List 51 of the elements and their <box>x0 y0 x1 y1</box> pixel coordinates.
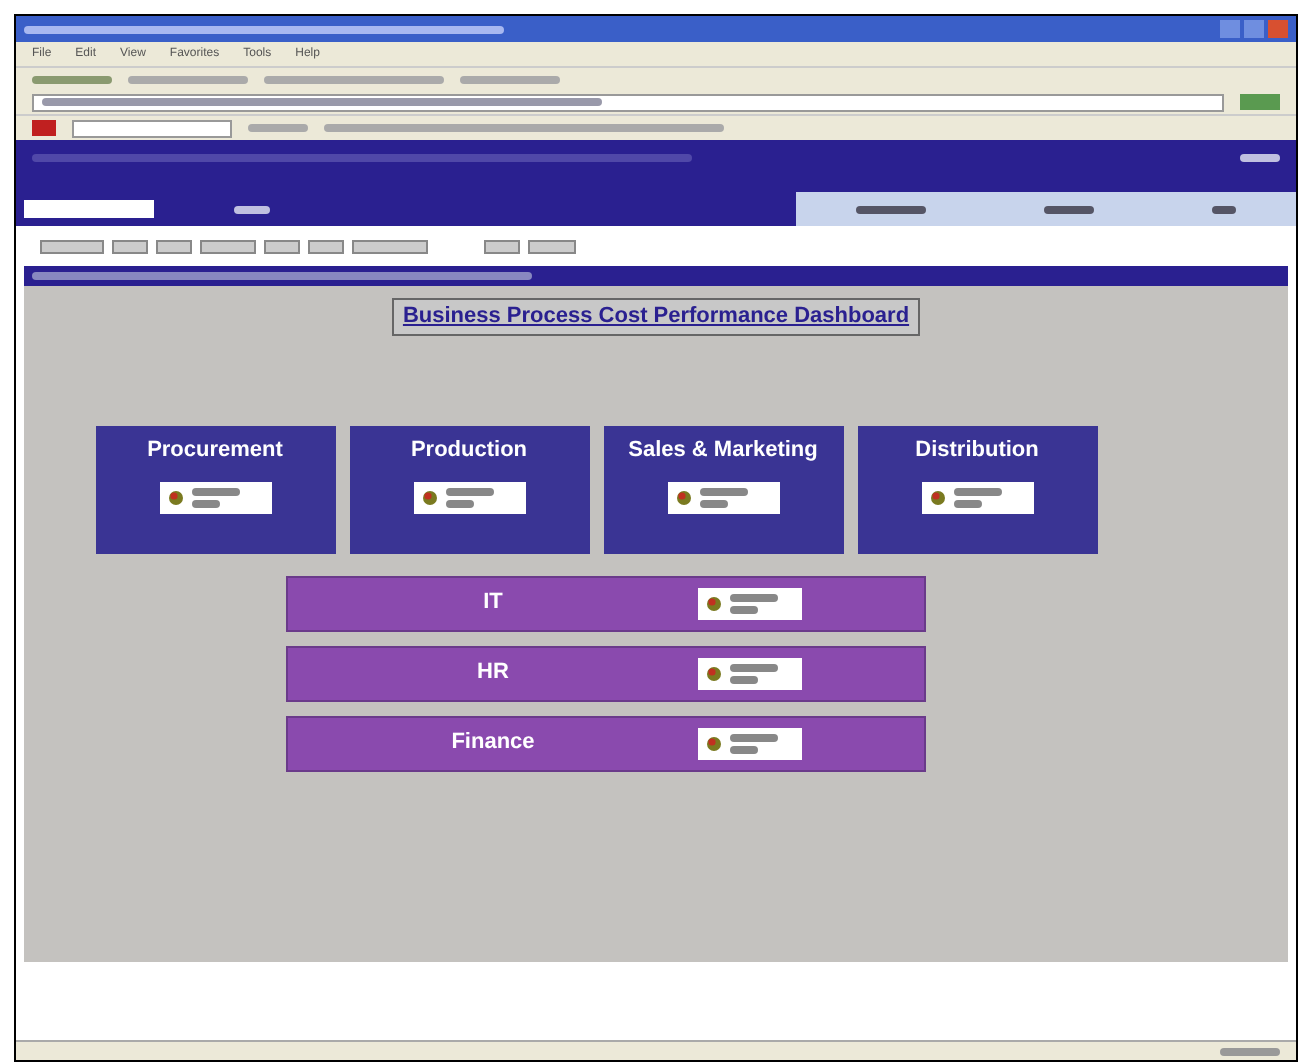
department-name: Procurement <box>147 435 283 465</box>
department-name: HR <box>475 658 511 689</box>
status-dot-icon <box>421 490 437 506</box>
status-dot-icon <box>706 665 722 681</box>
page-tab[interactable] <box>40 239 104 253</box>
blurred-text-drawing <box>730 675 758 683</box>
status-dot-icon <box>929 490 945 506</box>
page-tab[interactable] <box>264 239 300 253</box>
page-tab[interactable] <box>528 239 576 253</box>
blurred-text-drawing <box>730 733 778 741</box>
department-name: IT <box>481 588 505 619</box>
status-dot-icon <box>167 490 183 506</box>
blurred-text-drawing <box>128 75 248 83</box>
blurred-text-drawing <box>191 488 239 496</box>
logo-icon <box>32 120 56 136</box>
department-name: Distribution <box>915 435 1039 465</box>
page-tab[interactable] <box>200 239 256 253</box>
address-field[interactable] <box>32 93 1224 111</box>
blurred-text-drawing <box>730 605 758 613</box>
page-tab[interactable] <box>308 239 344 253</box>
page-tab[interactable] <box>484 239 520 253</box>
blurred-text-drawing <box>699 488 747 496</box>
blurred-text-drawing <box>730 745 758 753</box>
blurred-text-drawing <box>1043 205 1094 213</box>
blurred-text-drawing <box>445 488 493 496</box>
blurred-text-drawing <box>32 75 112 83</box>
blurred-text-drawing <box>445 500 473 508</box>
status-dot-icon <box>706 595 722 611</box>
department-name: Finance <box>449 728 537 759</box>
blurred-text-drawing <box>191 500 219 508</box>
blurred-text-drawing <box>730 593 778 601</box>
department-name: Sales & Marketing <box>628 435 818 465</box>
page-tab[interactable] <box>352 239 428 253</box>
blurred-text-drawing <box>855 205 926 213</box>
status-dot-icon <box>706 735 722 751</box>
dashboard-title: Business Process Cost Performance Dashboard <box>392 298 920 335</box>
blurred-text-drawing <box>460 75 560 83</box>
blurred-text-drawing <box>953 500 981 508</box>
blurred-text-drawing <box>953 488 1001 496</box>
blurred-text-drawing <box>1212 205 1237 213</box>
status-dot-icon <box>675 490 691 506</box>
blurred-text-drawing <box>248 124 308 132</box>
blurred-text-drawing <box>730 663 778 671</box>
blurred-text-drawing <box>234 205 270 213</box>
page-tab[interactable] <box>112 239 148 253</box>
page-tab[interactable] <box>156 239 192 253</box>
blurred-text-drawing <box>699 500 727 508</box>
department-name: Production <box>410 435 528 465</box>
blurred-text-drawing <box>1240 154 1280 162</box>
search-field[interactable] <box>72 119 232 137</box>
blurred-text-drawing <box>1220 1047 1280 1055</box>
